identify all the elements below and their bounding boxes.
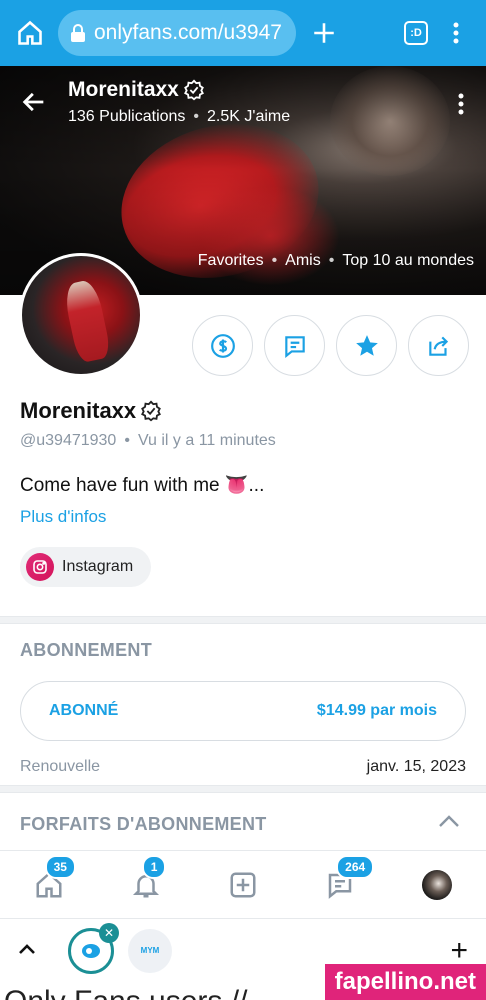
close-icon[interactable]: ✕: [99, 922, 119, 943]
divider: [0, 785, 486, 793]
profile-name: Morenitaxx: [20, 398, 162, 424]
extension-button[interactable]: ✕: [68, 922, 119, 974]
renew-row: Renouvelle janv. 15, 2023: [20, 758, 466, 776]
tip-button[interactable]: [192, 315, 253, 376]
publications-count: 136 Publications: [68, 108, 186, 125]
mym-label: MYM: [140, 946, 160, 955]
url-text: onlyfans.com/u3947: [94, 21, 282, 44]
messages-badge: 264: [336, 854, 375, 879]
badge-top10: Top 10 au mondes: [342, 252, 474, 269]
new-tab-icon[interactable]: [304, 13, 344, 53]
nav-add-post[interactable]: [223, 865, 263, 905]
last-seen: Vu il y a 11 minutes: [137, 432, 276, 449]
favorite-button[interactable]: [336, 315, 397, 376]
bundles-title: FORFAITS D'ABONNEMENT: [20, 814, 267, 834]
handle-row: @u39471930 • Vu il y a 11 minutes: [20, 432, 276, 449]
subscribed-button[interactable]: ABONNÉ $14.99 par mois: [20, 681, 466, 741]
nav-messages[interactable]: 264: [320, 854, 375, 905]
message-button[interactable]: [264, 315, 325, 376]
share-button[interactable]: [408, 315, 469, 376]
notifications-badge: 1: [141, 854, 167, 879]
renew-date: janv. 15, 2023: [366, 758, 466, 775]
nav-notifications[interactable]: 1: [126, 854, 167, 905]
browser-menu-icon[interactable]: [436, 13, 476, 53]
subscription-status: ABONNÉ: [49, 702, 119, 719]
watermark: fapellino.net: [324, 964, 486, 1000]
subscription-title: ABONNEMENT: [20, 640, 152, 660]
instagram-link[interactable]: Instagram: [20, 547, 152, 587]
profile-avatar-icon: [422, 869, 453, 900]
share-icon: [428, 336, 448, 356]
plus-icon[interactable]: +: [450, 934, 468, 968]
nav-profile[interactable]: [417, 865, 457, 905]
chevron-up-icon[interactable]: [438, 814, 460, 833]
home-icon[interactable]: [10, 13, 50, 53]
profile-name-text: Morenitaxx: [20, 398, 137, 423]
bottom-navigation: 35 1 264: [0, 850, 486, 918]
chat-icon: [284, 335, 305, 358]
dollar-icon: [210, 333, 235, 358]
address-bar[interactable]: onlyfans.com/u3947: [58, 10, 296, 56]
subscription-price: $14.99 par mois: [316, 702, 437, 719]
instagram-label: Instagram: [62, 558, 134, 575]
badge-friends: Amis: [285, 252, 321, 269]
more-info-link[interactable]: Plus d'infos: [20, 507, 106, 527]
cover-badges: Favorites • Amis • Top 10 au mondes: [197, 252, 474, 269]
nav-home[interactable]: 35: [29, 854, 76, 905]
lock-icon: [70, 24, 86, 42]
profile-actions: [192, 315, 469, 376]
cover-name-text: Morenitaxx: [68, 78, 179, 101]
cover-name: Morenitaxx: [68, 78, 205, 102]
avatar[interactable]: [19, 253, 143, 377]
home-badge: 35: [44, 854, 76, 879]
bio-text: Come have fun with me 👅...: [20, 475, 265, 496]
extension-icon: [82, 943, 100, 958]
tabs-button[interactable]: :D: [396, 13, 436, 53]
badge-favorites: Favorites: [197, 252, 264, 269]
likes-count: 2.5K J'aime: [207, 108, 291, 125]
username: @u39471930: [20, 432, 117, 449]
back-arrow-icon[interactable]: [20, 88, 50, 118]
instagram-icon: [26, 553, 54, 581]
browser-toolbar: onlyfans.com/u3947 :D: [0, 0, 486, 66]
mym-button[interactable]: MYM: [128, 928, 172, 973]
tab-count-label: :D: [404, 21, 428, 45]
profile-menu-icon[interactable]: [458, 92, 464, 121]
verified-icon: [141, 400, 162, 422]
cover-stats: 136 Publications • 2.5K J'aime: [68, 108, 291, 125]
renew-label: Renouvelle: [20, 758, 101, 775]
divider: [0, 616, 486, 624]
verified-icon: [183, 79, 204, 101]
chevron-up-icon[interactable]: [18, 942, 36, 960]
star-icon: [355, 334, 378, 356]
add-post-icon: [230, 872, 256, 897]
